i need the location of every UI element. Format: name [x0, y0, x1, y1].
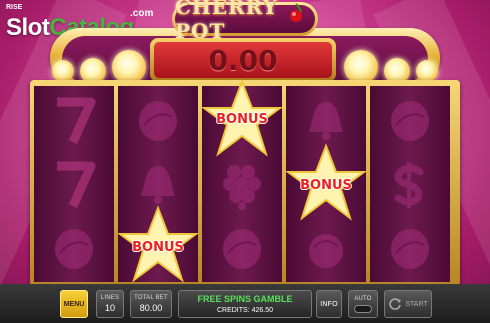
marquee-bulb: [344, 50, 378, 84]
plum-icon: [223, 228, 261, 269]
lines-value: 10: [104, 303, 115, 313]
info-button[interactable]: INFO: [316, 290, 342, 318]
plum-symbol: [34, 216, 114, 281]
total-bet-label: TOTAL BET: [134, 295, 168, 301]
info-label: INFO: [320, 300, 338, 308]
credits-readout: CREDITS: 426.50: [179, 307, 311, 314]
lines-selector[interactable]: LINES 10: [96, 290, 124, 318]
bonus-label: BONUS: [216, 112, 268, 127]
credits-value: 426.50: [251, 307, 274, 314]
bonus-symbol: BONUS: [118, 204, 198, 284]
reel-1: [34, 86, 114, 282]
plum-symbol: [118, 88, 198, 153]
start-label: START: [405, 300, 428, 308]
watermark-prefix: RISE: [6, 4, 23, 11]
bell-icon: [309, 101, 343, 140]
seven-icon: [57, 97, 96, 144]
credits-label: CREDITS:: [216, 307, 250, 314]
plum-icon: [391, 228, 429, 269]
cherry-symbol: [286, 216, 366, 281]
reel-5: [370, 86, 450, 282]
watermark-brand-a: Slot: [6, 14, 50, 41]
cherry-icon: [290, 3, 302, 22]
grapes-symbol: [202, 152, 282, 217]
plum-icon: [55, 228, 93, 269]
plum-symbol: [202, 216, 282, 281]
spin-icon: [389, 298, 402, 310]
menu-button[interactable]: MENU: [60, 290, 88, 318]
seven-symbol: [34, 88, 114, 153]
win-display-frame: 0.00: [150, 38, 336, 82]
cherry-icon: [309, 233, 343, 268]
bonus-symbol: BONUS: [202, 78, 282, 158]
feature-text: FREE SPINS GAMBLE: [197, 294, 293, 304]
dollar-symbol: [370, 152, 450, 217]
plum-icon: [391, 100, 429, 141]
reel-4: BONUS: [286, 86, 366, 282]
menu-label: MENU: [63, 300, 85, 308]
reel-2: BONUS: [118, 86, 198, 284]
win-amount: 0.00: [208, 43, 278, 77]
watermark-suffix: .com: [130, 8, 154, 19]
marquee-bulb: [52, 60, 74, 82]
bell-icon: [141, 165, 175, 204]
grapes-icon: [223, 164, 261, 210]
auto-toggle-icon: [354, 304, 372, 313]
info-panel: FREE SPINS GAMBLE CREDITS: 426.50: [178, 290, 312, 318]
marquee-bulb: [416, 60, 438, 82]
bonus-label: BONUS: [132, 240, 184, 255]
marquee-bulb: [112, 50, 146, 84]
plum-icon: [139, 100, 177, 141]
seven-symbol: [34, 152, 114, 217]
dollar-icon: [394, 161, 424, 208]
auto-button[interactable]: AUTO: [348, 290, 378, 318]
reel-3: BONUS: [202, 79, 282, 282]
plum-symbol: [370, 88, 450, 153]
plum-symbol: [370, 216, 450, 281]
seven-icon: [57, 161, 96, 208]
bonus-symbol: BONUS: [286, 142, 366, 222]
auto-label: AUTO: [354, 295, 372, 302]
total-bet-selector[interactable]: TOTAL BET 80.00: [130, 290, 172, 318]
total-bet-value: 80.00: [139, 303, 163, 313]
bonus-label: BONUS: [300, 178, 352, 193]
start-button[interactable]: START: [384, 290, 432, 318]
lines-label: LINES: [100, 295, 120, 301]
